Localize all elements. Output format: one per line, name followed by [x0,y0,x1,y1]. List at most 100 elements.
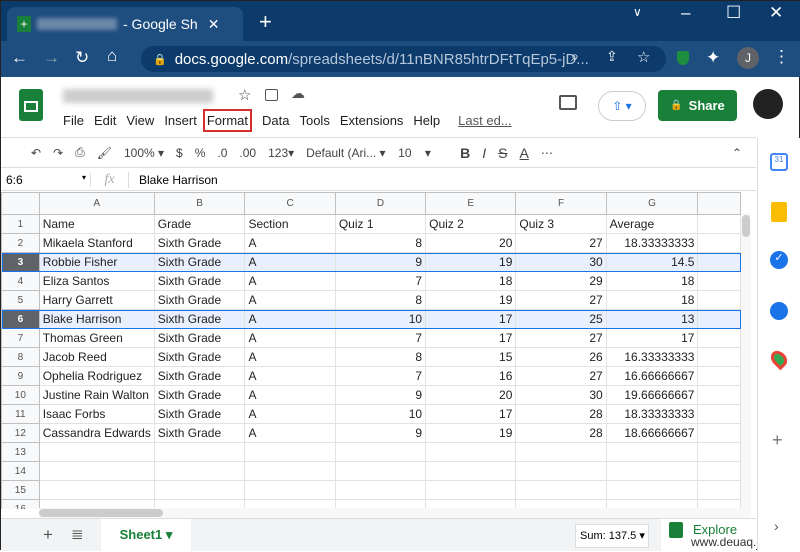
cell[interactable]: A [244,233,336,253]
cell[interactable] [425,480,517,500]
cell[interactable]: 30 [515,385,607,405]
cell[interactable]: Sixth Grade [153,252,246,272]
cell[interactable]: 18.33333333 [605,404,699,424]
vertical-scrollbar[interactable] [741,213,751,509]
cell[interactable]: Average [605,214,699,234]
italic-button[interactable]: I [482,145,486,161]
cell[interactable] [605,480,699,500]
cell[interactable] [697,347,741,367]
cell[interactable]: 19 [425,290,517,310]
cell[interactable]: 25 [515,309,607,329]
cell[interactable] [697,233,741,253]
cell[interactable] [153,480,246,500]
extensions-puzzle-icon[interactable]: ✦ [706,48,720,68]
row-header[interactable]: 7 [1,328,40,348]
cell[interactable]: 29 [515,271,607,291]
cell[interactable]: Sixth Grade [153,423,246,443]
cell[interactable]: 8 [334,290,427,310]
redo-icon[interactable]: ↷ [53,146,63,160]
cell[interactable]: 9 [334,385,427,405]
sum-select[interactable]: Sum: 137.5 ▾ [575,524,649,548]
cell[interactable]: 8 [334,233,427,253]
column-header-extra[interactable] [697,192,741,215]
cell[interactable]: A [244,309,336,329]
cell[interactable]: 16 [425,366,517,386]
cell[interactable] [697,442,741,462]
font-size-select[interactable]: 10 ▾ [398,146,448,160]
horizontal-scrollbar[interactable] [39,508,751,518]
text-color-button[interactable]: A [520,145,529,161]
column-header-b[interactable]: B [153,192,246,215]
cell[interactable]: 27 [515,328,607,348]
maps-icon[interactable] [767,347,791,371]
decrease-decimal-button[interactable]: .0 [217,146,227,160]
cell[interactable] [697,385,741,405]
calendar-icon[interactable]: 31 [770,153,788,171]
sheets-logo[interactable] [19,89,43,121]
cell[interactable]: A [244,290,336,310]
select-all-corner[interactable] [1,192,40,215]
cell[interactable] [244,442,336,462]
cell[interactable]: 18 [605,290,699,310]
menu-insert[interactable]: Insert [164,113,197,128]
cell[interactable]: 27 [515,366,607,386]
column-header-d[interactable]: D [334,192,427,215]
expand-panel-icon[interactable]: › [774,518,779,534]
paint-format-icon[interactable]: 🖌 [97,146,112,160]
cell[interactable]: 9 [334,423,427,443]
all-sheets-icon[interactable]: ≣ [71,525,84,543]
forward-icon[interactable]: → [43,48,60,68]
cell[interactable]: 19 [425,252,517,272]
cell[interactable] [425,461,517,481]
cell[interactable]: 16.66666667 [605,366,699,386]
cell[interactable] [153,461,246,481]
cell[interactable]: Sixth Grade [153,366,246,386]
contacts-icon[interactable] [770,302,788,320]
cell[interactable]: Robbie Fisher [38,252,155,272]
cell[interactable] [697,404,741,424]
menu-tools[interactable]: Tools [299,113,329,128]
cell[interactable]: 9 [334,252,427,272]
menu-file[interactable]: File [63,113,84,128]
zoom-icon[interactable]: ⌕ [571,48,579,65]
cell[interactable] [153,442,246,462]
cell[interactable]: A [244,423,336,443]
new-tab-icon[interactable]: + [259,9,272,35]
percent-button[interactable]: % [195,146,206,160]
move-icon[interactable] [265,89,278,101]
cell[interactable] [697,309,741,329]
row-header[interactable]: 5 [1,290,40,310]
cell[interactable]: Thomas Green [38,328,155,348]
get-addons-icon[interactable]: + [772,430,783,451]
cell[interactable]: A [244,366,336,386]
cell[interactable] [697,328,741,348]
cell[interactable]: Quiz 1 [334,214,427,234]
currency-button[interactable]: $ [176,146,183,160]
account-avatar[interactable] [753,89,783,119]
cell[interactable] [697,480,741,500]
row-header[interactable]: 12 [1,423,40,443]
cell[interactable]: Sixth Grade [153,347,246,367]
cell[interactable]: A [244,271,336,291]
cell[interactable] [334,461,427,481]
share-button[interactable]: 🔒 Share [658,90,737,121]
cell[interactable]: 19 [425,423,517,443]
cell[interactable]: Sixth Grade [153,290,246,310]
cell[interactable]: 13 [605,309,699,329]
cell[interactable]: Eliza Santos [38,271,155,291]
cell[interactable]: Sixth Grade [153,385,246,405]
cell[interactable] [697,271,741,291]
row-header[interactable]: 2 [1,233,40,253]
last-edit-link[interactable]: Last ed... [458,113,511,128]
cell[interactable]: Jacob Reed [38,347,155,367]
cell[interactable]: A [244,328,336,348]
cell[interactable]: Grade [153,214,246,234]
cell[interactable]: 15 [425,347,517,367]
cell[interactable]: Sixth Grade [153,233,246,253]
zoom-select[interactable]: 100% ▾ [124,146,164,160]
cell[interactable]: 17 [425,404,517,424]
formula-input[interactable]: Blake Harrison [129,173,218,187]
row-header[interactable]: 10 [1,385,40,405]
cell[interactable] [244,480,336,500]
row-header[interactable]: 1 [1,214,40,234]
